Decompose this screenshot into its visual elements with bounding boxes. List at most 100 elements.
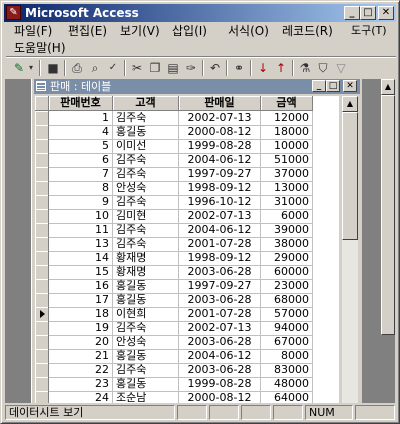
table-cell[interactable]: 2001-07-28 [179, 307, 261, 322]
record-selector[interactable] [35, 391, 49, 403]
table-cell[interactable]: 2002-07-13 [179, 111, 261, 126]
child-close-button[interactable]: ✕ [343, 80, 357, 92]
table-cell[interactable]: 14 [49, 251, 113, 266]
table-cell[interactable]: 8 [49, 181, 113, 196]
scroll-thumb[interactable] [342, 112, 358, 240]
table-cell[interactable]: 23 [49, 377, 113, 392]
table-row[interactable]: 4 홍길동 2000-08-12 18000 [35, 125, 339, 140]
table-cell[interactable]: 조순남 [113, 391, 179, 403]
table-cell[interactable]: 8000 [261, 349, 313, 364]
record-selector[interactable] [35, 111, 49, 126]
table-cell[interactable]: 2003-06-28 [179, 335, 261, 350]
table-cell[interactable]: 48000 [261, 377, 313, 392]
column-header[interactable]: 고객 [113, 96, 179, 111]
spelling-icon[interactable]: ✓ [104, 60, 122, 76]
table-row[interactable]: 19 김주숙 2002-07-13 94000 [35, 321, 339, 336]
table-cell[interactable]: 37000 [261, 167, 313, 182]
datasheet-grid[interactable]: 판매번호 고객 판매일 금액 1 김주숙 2002-07-13 12000 4 홍길동 20… [35, 96, 339, 403]
table-cell[interactable]: 29000 [261, 251, 313, 266]
table-cell[interactable]: 1997-09-27 [179, 167, 261, 182]
table-cell[interactable]: 2003-06-28 [179, 293, 261, 308]
close-button[interactable]: ✕ [378, 6, 394, 20]
workspace-scrollbar[interactable]: ▲ [381, 79, 395, 403]
table-cell[interactable]: 68000 [261, 293, 313, 308]
record-selector[interactable] [35, 237, 49, 252]
table-row[interactable]: 15 황재명 2003-06-28 60000 [35, 265, 339, 280]
workspace-scroll-up-button[interactable]: ▲ [381, 79, 395, 95]
paste-icon[interactable]: ▤ [164, 60, 182, 76]
table-cell[interactable]: 황재명 [113, 251, 179, 266]
child-maximize-button[interactable]: □ [326, 80, 340, 92]
table-cell[interactable]: 2002-07-13 [179, 209, 261, 224]
table-cell[interactable]: 1998-09-12 [179, 251, 261, 266]
table-row[interactable]: 5 이미선 1999-08-28 10000 [35, 139, 339, 154]
table-row[interactable]: 7 김주숙 1997-09-27 37000 [35, 167, 339, 182]
table-row[interactable]: 17 홍길동 2003-06-28 68000 [35, 293, 339, 308]
table-cell[interactable]: 김주숙 [113, 223, 179, 238]
table-row[interactable]: 10 김미현 2002-07-13 6000 [35, 209, 339, 224]
table-cell[interactable]: 김주숙 [113, 237, 179, 252]
table-cell[interactable]: 2004-06-12 [179, 349, 261, 364]
table-cell[interactable]: 31000 [261, 195, 313, 210]
menu-file[interactable]: 파일(F) [14, 23, 52, 39]
table-cell[interactable]: 홍길동 [113, 279, 179, 294]
record-selector[interactable] [35, 153, 49, 168]
table-row[interactable]: 23 홍길동 1999-08-28 48000 [35, 377, 339, 392]
record-selector[interactable] [35, 307, 49, 322]
table-cell[interactable]: 2002-07-13 [179, 321, 261, 336]
record-selector[interactable] [35, 293, 49, 308]
table-cell[interactable]: 김주숙 [113, 195, 179, 210]
table-cell[interactable]: 2004-06-12 [179, 153, 261, 168]
minimize-button[interactable]: _ [344, 6, 360, 20]
record-selector[interactable] [35, 195, 49, 210]
menu-tools[interactable]: 도구(T) [351, 23, 387, 39]
record-selector[interactable] [35, 377, 49, 392]
access-key-icon[interactable]: ✎ [6, 5, 21, 20]
record-selector[interactable] [35, 321, 49, 336]
table-cell[interactable]: 9 [49, 195, 113, 210]
record-selector[interactable] [35, 139, 49, 154]
format-painter-icon[interactable]: ✑ [182, 60, 200, 76]
table-cell[interactable]: 2003-06-28 [179, 363, 261, 378]
table-cell[interactable]: 67000 [261, 335, 313, 350]
table-cell[interactable]: 10000 [261, 139, 313, 154]
table-cell[interactable]: 94000 [261, 321, 313, 336]
undo-icon[interactable]: ↶ [206, 60, 224, 76]
column-header[interactable]: 판매일 [179, 96, 261, 111]
table-cell[interactable]: 6 [49, 153, 113, 168]
print-icon[interactable]: ⎙ [68, 60, 86, 76]
column-header[interactable]: 판매번호 [49, 96, 113, 111]
table-cell[interactable]: 15 [49, 265, 113, 280]
table-cell[interactable]: 안성숙 [113, 335, 179, 350]
table-cell[interactable]: 김미현 [113, 209, 179, 224]
record-selector[interactable] [35, 279, 49, 294]
filter-by-selection-icon[interactable]: ⚗ [296, 60, 314, 76]
hyperlink-icon[interactable]: ⚭ [230, 60, 248, 76]
table-cell[interactable]: 이현희 [113, 307, 179, 322]
record-selector[interactable] [35, 349, 49, 364]
record-selector[interactable] [35, 251, 49, 266]
table-cell[interactable]: 홍길동 [113, 349, 179, 364]
table-cell[interactable]: 4 [49, 125, 113, 140]
table-cell[interactable]: 7 [49, 167, 113, 182]
table-row[interactable]: 13 김주숙 2001-07-28 38000 [35, 237, 339, 252]
table-cell[interactable]: 2004-06-12 [179, 223, 261, 238]
table-row[interactable]: 20 안성숙 2003-06-28 67000 [35, 335, 339, 350]
table-cell[interactable]: 18000 [261, 125, 313, 140]
table-row[interactable]: 9 김주숙 1996-10-12 31000 [35, 195, 339, 210]
record-selector[interactable] [35, 335, 49, 350]
menu-view[interactable]: 보기(V) [120, 23, 160, 39]
table-cell[interactable]: 64000 [261, 391, 313, 403]
table-cell[interactable]: 18 [49, 307, 113, 322]
table-row[interactable]: 24 조순남 2000-08-12 64000 [35, 391, 339, 403]
child-minimize-button[interactable]: _ [312, 80, 326, 92]
table-cell[interactable]: 23000 [261, 279, 313, 294]
table-row[interactable]: 6 김주숙 2004-06-12 51000 [35, 153, 339, 168]
copy-icon[interactable]: ❐ [146, 60, 164, 76]
cut-icon[interactable]: ✂ [128, 60, 146, 76]
table-cell[interactable]: 83000 [261, 363, 313, 378]
record-selector[interactable] [35, 125, 49, 140]
table-cell[interactable]: 17 [49, 293, 113, 308]
menu-help[interactable]: 도움말(H) [14, 40, 66, 56]
menu-format[interactable]: 서식(O) [228, 23, 269, 39]
